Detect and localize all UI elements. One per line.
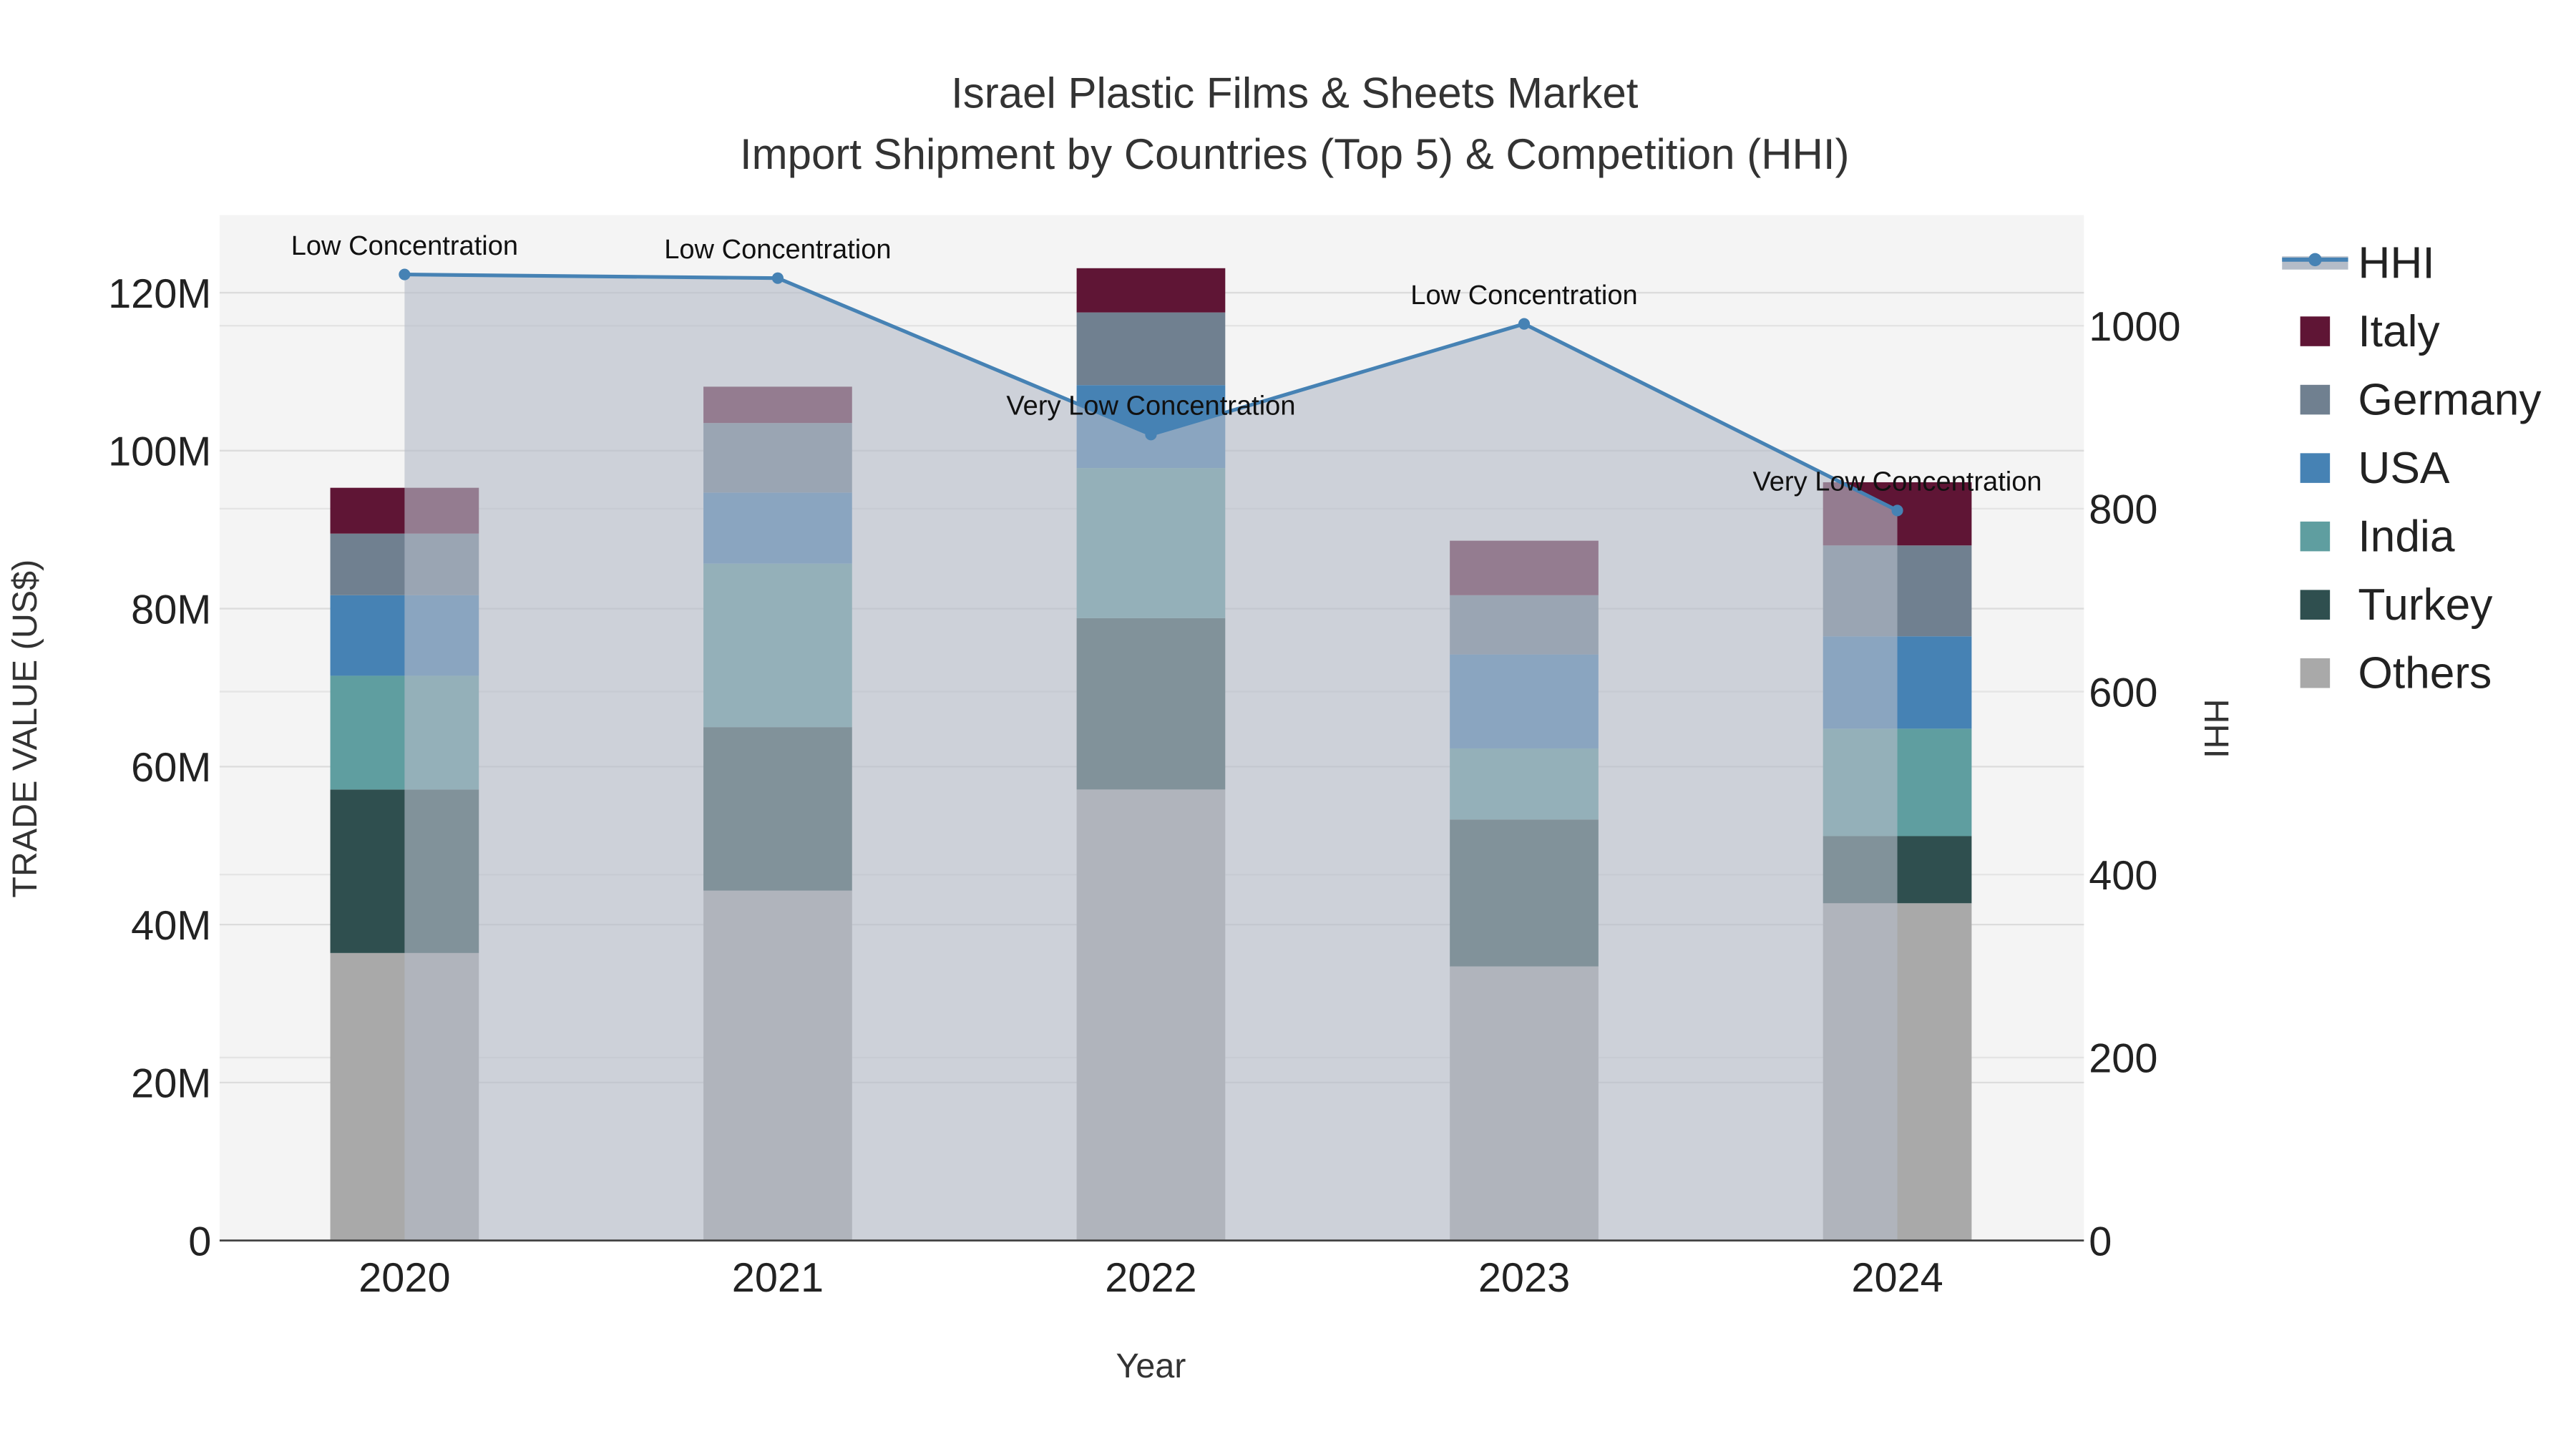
legend-swatch-others xyxy=(2300,658,2331,688)
x-tick-label: 2020 xyxy=(358,1255,450,1301)
y-tick-label: 40M xyxy=(131,903,211,949)
y2-tick-label: 400 xyxy=(2089,853,2157,899)
y-tick-label: 80M xyxy=(131,587,211,633)
x-tick-label: 2021 xyxy=(732,1255,824,1301)
x-axis-label: Year xyxy=(1116,1347,1186,1385)
y2-tick-label: 800 xyxy=(2089,487,2157,533)
hhi-annotation: Very Low Concentration xyxy=(1006,391,1295,421)
y2-tick-label: 200 xyxy=(2089,1036,2157,1082)
y-tick-label: 0 xyxy=(188,1219,211,1264)
legend-swatch-germany xyxy=(2300,384,2331,415)
legend-label-italy: Italy xyxy=(2358,307,2440,356)
hhi-annotation: Low Concentration xyxy=(664,235,891,265)
legend-swatch-italy xyxy=(2300,316,2331,346)
legend-swatch-india xyxy=(2300,521,2331,552)
hhi-point xyxy=(771,272,784,284)
hhi-point xyxy=(1518,318,1531,330)
legend-label-hhi: HHI xyxy=(2358,238,2434,288)
y2-tick-label: 1000 xyxy=(2089,304,2180,350)
x-tick-label: 2022 xyxy=(1105,1255,1196,1301)
legend-label-usa: USA xyxy=(2358,444,2450,493)
bar-italy xyxy=(1076,268,1226,313)
legend-swatch-turkey xyxy=(2300,590,2331,620)
hhi-point xyxy=(1891,504,1903,517)
x-tick-label: 2024 xyxy=(1851,1255,1943,1301)
y-tick-label: 60M xyxy=(131,745,211,791)
bar-germany xyxy=(1076,312,1226,386)
hhi-annotation: Very Low Concentration xyxy=(1752,467,2041,497)
y2-tick-label: 0 xyxy=(2089,1219,2112,1264)
y2-tick-label: 600 xyxy=(2089,670,2157,716)
legend-swatch-hhi-marker xyxy=(2308,253,2322,267)
y-axis-label: TRADE VALUE (US$) xyxy=(6,560,44,898)
hhi-point xyxy=(399,268,411,280)
y2-axis-label: HHI xyxy=(2197,699,2235,758)
y-tick-label: 20M xyxy=(131,1061,211,1107)
x-tick-label: 2023 xyxy=(1478,1255,1570,1301)
chart: Low Concentration Low Concentration Very L… xyxy=(6,69,2542,1386)
legend-label-others: Others xyxy=(2358,648,2492,698)
hhi-annotation: Low Concentration xyxy=(291,231,518,261)
chart-title-line1: Israel Plastic Films & Sheets Market xyxy=(951,69,1639,117)
chart-title-line2: Import Shipment by Countries (Top 5) & C… xyxy=(740,130,1850,178)
legend-label-turkey: Turkey xyxy=(2358,580,2493,630)
legend-swatch-usa xyxy=(2300,453,2331,483)
y-tick-label: 120M xyxy=(108,271,211,317)
hhi-annotation: Low Concentration xyxy=(1410,280,1637,311)
y-tick-label: 100M xyxy=(108,429,211,475)
legend-label-india: India xyxy=(2358,512,2454,561)
hhi-point xyxy=(1145,429,1157,441)
legend-label-germany: Germany xyxy=(2358,375,2542,424)
